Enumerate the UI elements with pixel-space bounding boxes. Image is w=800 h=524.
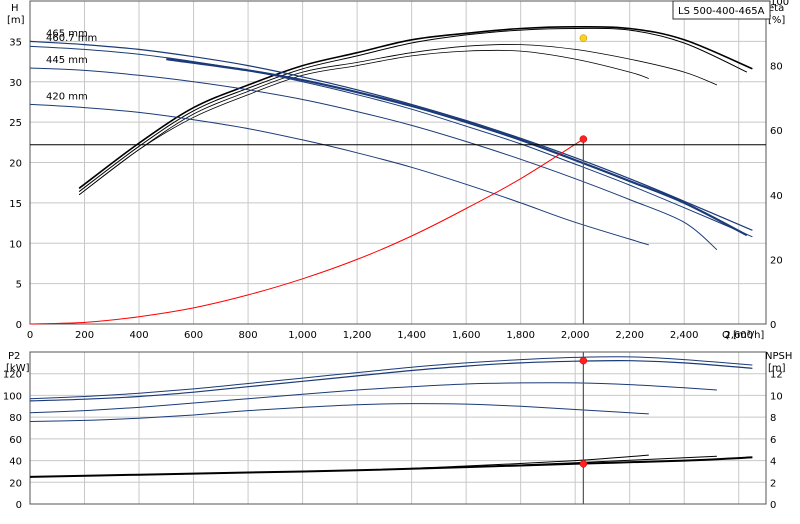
y-tick-label-power: 20 (9, 478, 22, 489)
x-tick-label: 1,200 (343, 330, 372, 341)
eta-axis-unit: [%] (768, 15, 785, 26)
head-axis-label: H (11, 3, 19, 14)
head-curve-label: 460.7 mm (46, 33, 97, 44)
power-curve (29, 403, 649, 422)
y-tick-label-head: 35 (9, 37, 22, 48)
curve-labels: 465 mm460.7 mm445 mm420 mm (46, 28, 97, 102)
chart-svg: H [m] eta [%] Q [m³/h] P2 [kW] NPSH [m] … (3, 0, 792, 511)
title-box: LS 500-400-465A (672, 0, 771, 20)
y-tick-label-eta: 60 (770, 126, 783, 137)
y-tick-label-power: 120 (3, 370, 22, 381)
y-tick-label-eta: 40 (770, 191, 783, 202)
y-tick-label-head: 20 (9, 159, 22, 170)
y-tick-label-head: 0 (16, 320, 22, 331)
y-tick-label-npsh: 12 (770, 370, 783, 381)
power-curve (29, 360, 753, 402)
y-tick-label-power: 60 (9, 435, 22, 446)
head-curve (29, 40, 753, 231)
x-tick-label: 1,600 (452, 330, 481, 341)
y-tick-label-npsh: 6 (770, 435, 776, 446)
system-curve (29, 138, 584, 325)
y-tick-label-npsh: 0 (770, 500, 776, 511)
x-tick-label: 800 (239, 330, 258, 341)
x-tick-label: 0 (27, 330, 33, 341)
x-tick-label: 2,600 (724, 330, 753, 341)
x-tick-label: 2,200 (615, 330, 644, 341)
y-tick-label-npsh: 10 (770, 391, 783, 402)
y-tick-label-npsh: 2 (770, 478, 776, 489)
tick-labels: 0 200 400 600 800 1,000 1,200 1,400 1,600 1,800 2,… (3, 0, 789, 511)
power-chart-grid (29, 351, 767, 505)
power-axis-label: P2 (8, 351, 20, 362)
duty-point-eta-marker (579, 34, 588, 42)
head-axis-unit: [m] (7, 15, 25, 26)
x-tick-label: 1,400 (397, 330, 426, 341)
y-tick-label-eta: 0 (770, 320, 776, 331)
head-curve (29, 103, 649, 246)
x-tick-label: 2,000 (561, 330, 590, 341)
npsh-axis-label: NPSH (765, 351, 792, 362)
duty-point-npsh-marker (579, 460, 588, 468)
y-tick-label-eta: 20 (770, 255, 783, 266)
y-tick-label-power: 100 (3, 391, 22, 402)
power-curve (29, 382, 717, 414)
duty-point-head-marker (579, 135, 588, 143)
duty-point-power-marker (579, 356, 588, 365)
y-tick-label-head: 5 (16, 280, 22, 291)
x-tick-label: 400 (129, 330, 148, 341)
pump-model-title: LS 500-400-465A (678, 6, 765, 17)
y-tick-label-power: 80 (9, 413, 22, 424)
y-tick-label-eta: 80 (770, 62, 783, 73)
x-tick-label: 600 (184, 330, 203, 341)
x-tick-label: 1,800 (506, 330, 535, 341)
pump-curve-chart: H [m] eta [%] Q [m³/h] P2 [kW] NPSH [m] … (0, 0, 800, 520)
y-tick-label-head: 25 (9, 118, 22, 129)
head-chart-curves (29, 25, 766, 325)
npsh-curve (29, 455, 717, 478)
y-tick-label-head: 10 (9, 239, 22, 250)
x-tick-label: 2,400 (670, 330, 699, 341)
head-curve-label: 420 mm (46, 91, 88, 102)
y-tick-label-head: 15 (9, 199, 22, 210)
y-tick-label-npsh: 8 (770, 413, 776, 424)
npsh-curve (29, 454, 649, 478)
y-tick-label-head: 30 (9, 78, 22, 89)
y-tick-label-power: 0 (16, 500, 22, 511)
x-tick-label: 1,000 (288, 330, 317, 341)
y-tick-label-power: 40 (9, 457, 22, 468)
power-chart-curves (29, 352, 753, 504)
head-curve-label: 445 mm (46, 55, 88, 66)
power-chart-frame (29, 351, 767, 505)
head-curve (166, 58, 748, 237)
y-tick-label-eta: 100 (770, 0, 789, 8)
y-tick-label-npsh: 4 (770, 457, 776, 468)
x-tick-label: 200 (75, 330, 94, 341)
power-curve (29, 356, 753, 400)
